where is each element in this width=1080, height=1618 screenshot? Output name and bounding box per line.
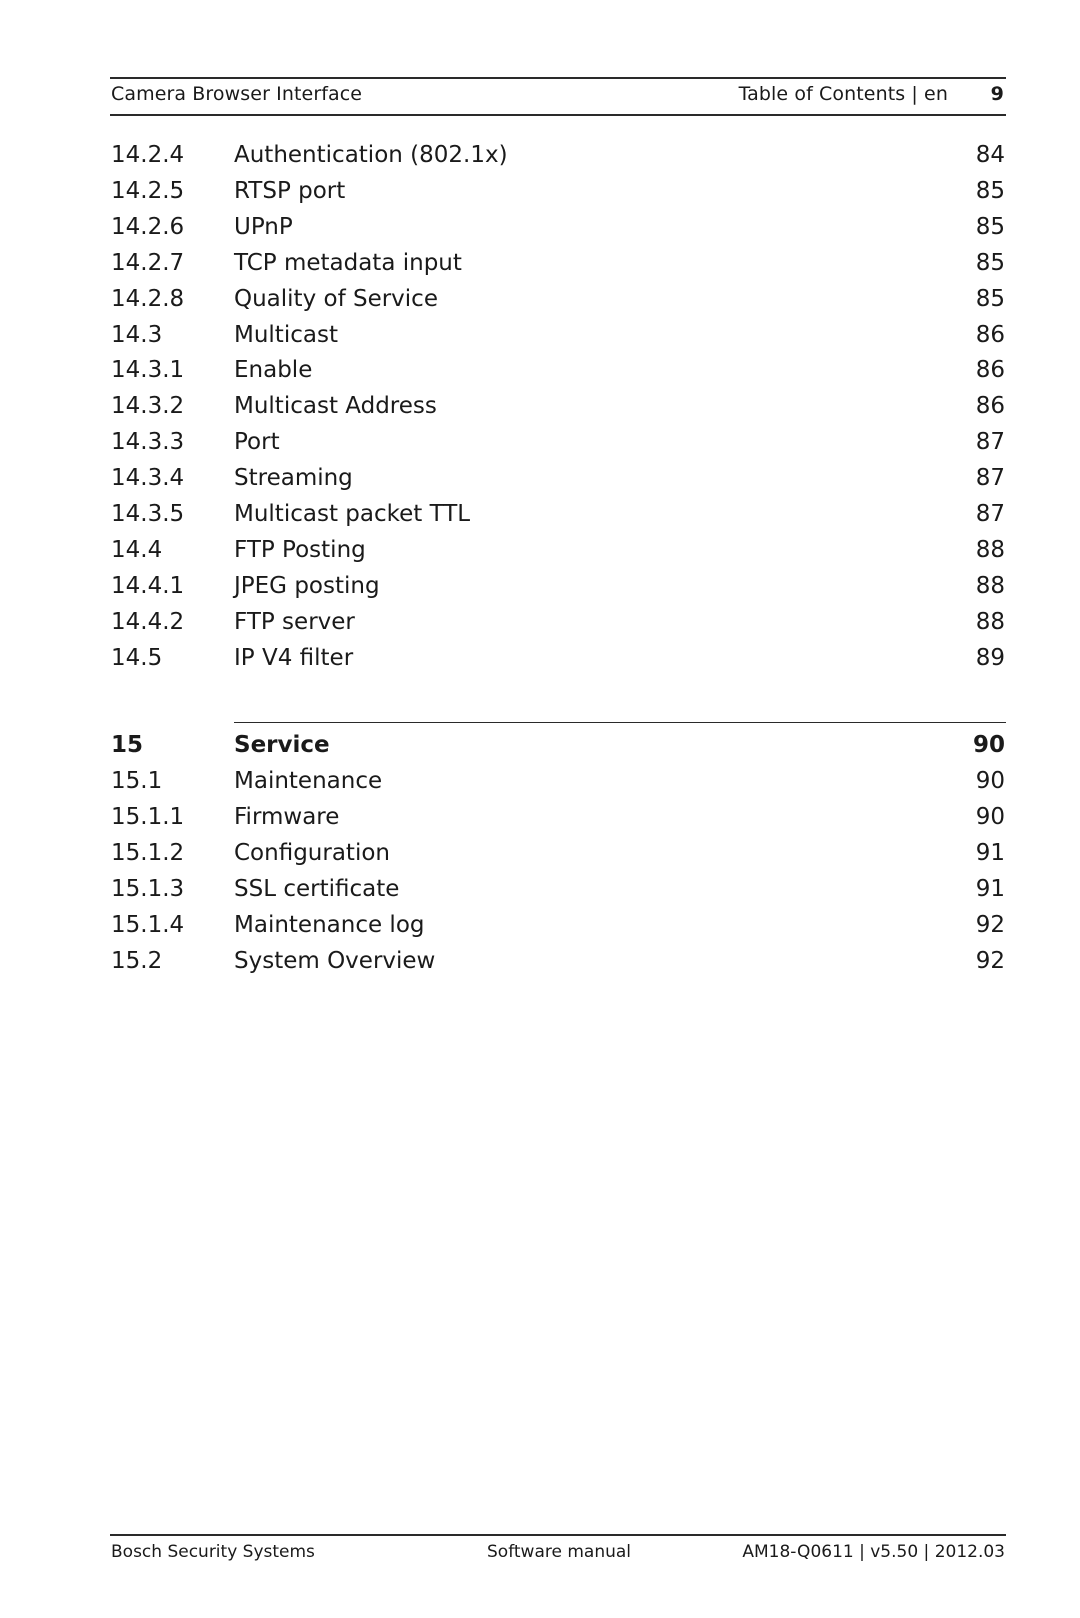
toc-entry-title[interactable]: Multicast packet TTL [234,496,470,532]
toc-entry-title[interactable]: Multicast [234,317,338,353]
toc-entry-title[interactable]: Streaming [234,460,353,496]
toc-row[interactable]: 14.4.1 JPEG posting 88 [0,568,1080,604]
toc-entry-number: 14.5 [111,644,163,671]
toc-entry-title[interactable]: Authentication (802.1x) [234,137,508,173]
toc-row[interactable]: 15.1.1 Firmware 90 [0,799,1080,835]
toc-row[interactable]: 14.3.2 Multicast Address 86 [0,388,1080,424]
toc-row[interactable]: 14.2.8 Quality of Service 85 [0,281,1080,317]
toc-row[interactable]: 14.4.2 FTP server 88 [0,604,1080,640]
toc-entry-title[interactable]: IP V4 filter [234,640,353,676]
toc-entry-page[interactable]: 84 [976,137,1005,173]
toc-entry-page[interactable]: 92 [976,943,1005,979]
toc-entry-number: 14.3.1 [111,357,185,384]
toc-row[interactable]: 14.2.5 RTSP port 85 [0,173,1080,209]
toc-entry-page[interactable]: 88 [976,568,1005,604]
toc-entry-title[interactable]: TCP metadata input [234,245,462,281]
toc-entry-page[interactable]: 91 [976,835,1005,871]
toc-entry-title[interactable]: Port [234,424,280,460]
toc-row[interactable]: 14.2.4 Authentication (802.1x) 84 [0,137,1080,173]
toc-chapter-page[interactable]: 90 [973,727,1005,763]
toc-entry-number: 15.1 [111,768,163,794]
toc-entry-number: 14.4 [111,536,163,563]
toc-entry-number: 14.4.2 [111,608,185,635]
toc-entry-title[interactable]: System Overview [234,943,435,979]
toc-entry-title[interactable]: Firmware [234,799,339,835]
toc-entry-page[interactable]: 92 [976,907,1005,943]
toc-entry-number: 14.3.5 [111,501,185,527]
toc-entry-number: 14.2.8 [111,285,185,312]
toc-entry-page[interactable]: 85 [976,281,1005,317]
toc-row[interactable]: 15.1 Maintenance 90 [0,763,1080,799]
toc-entry-title[interactable]: SSL certificate [234,871,399,907]
footer-company: Bosch Security Systems [111,1542,315,1562]
toc-entry-title[interactable]: UPnP [234,209,293,245]
toc-entry-number: 14.3 [111,321,163,348]
toc-entry-number: 14.2.5 [111,177,185,204]
toc-entry-number: 15.1.1 [111,803,185,830]
toc-row[interactable]: 14.2.7 TCP metadata input 85 [0,245,1080,281]
toc-row[interactable]: 14.3.3 Port 87 [0,424,1080,460]
toc-entry-number: 15.1.3 [111,875,185,902]
toc-entry-title[interactable]: Configuration [234,835,390,871]
toc-entry-title[interactable]: RTSP port [234,173,345,209]
header-page-number: 9 [990,83,1004,105]
toc-row[interactable]: 15.1.4 Maintenance log 92 [0,907,1080,943]
toc-entry-page[interactable]: 88 [976,604,1005,640]
toc-chapter-number: 15 [111,732,144,758]
toc-row[interactable]: 14.4 FTP Posting 88 [0,532,1080,568]
toc-entry-number: 15.2 [111,947,163,974]
toc-entry-number: 15.1.4 [111,911,185,938]
toc-entry-page[interactable]: 85 [976,245,1005,281]
footer-doc-id: AM18-Q0611 | v5.50 | 2012.03 [742,1542,1005,1562]
toc-row[interactable]: 14.3.4 Streaming 87 [0,460,1080,496]
toc-row[interactable]: 14.3 Multicast 86 [0,317,1080,353]
toc-chapter-row[interactable]: 15 Service 90 [0,727,1080,763]
chapter-rule [234,722,1006,723]
toc-entry-page[interactable]: 90 [976,799,1005,835]
toc-row[interactable]: 15.1.2 Configuration 91 [0,835,1080,871]
toc-entry-page[interactable]: 88 [976,532,1005,568]
toc-entry-page[interactable]: 87 [976,460,1005,496]
header-section: Table of Contents | en [738,83,948,105]
header-doc-title: Camera Browser Interface [111,83,363,105]
toc-entry-page[interactable]: 85 [976,173,1005,209]
toc-entry-page[interactable]: 85 [976,209,1005,245]
toc-entry-page[interactable]: 91 [976,871,1005,907]
toc-entry-title[interactable]: Maintenance log [234,907,425,943]
toc-entry-page[interactable]: 87 [976,424,1005,460]
toc-entry-number: 14.2.4 [111,142,185,168]
toc-row[interactable]: 14.3.1 Enable 86 [0,352,1080,388]
toc-entry-page[interactable]: 86 [976,352,1005,388]
toc-entry-number: 14.4.1 [111,572,185,599]
toc-entry-title[interactable]: Maintenance [234,763,382,799]
toc-entry-title[interactable]: JPEG posting [234,568,380,604]
toc-row[interactable]: 14.5 IP V4 filter 89 [0,640,1080,676]
toc-entry-title[interactable]: Quality of Service [234,281,438,317]
toc-entry-title[interactable]: FTP Posting [234,532,366,568]
toc-entry-number: 14.3.4 [111,465,185,492]
toc-entry-number: 14.3.2 [111,393,185,420]
toc-entry-page[interactable]: 87 [976,496,1005,532]
toc-row[interactable]: 14.3.5 Multicast packet TTL 87 [0,496,1080,532]
toc-chapter-title[interactable]: Service [234,727,330,763]
toc-entry-title[interactable]: FTP server [234,604,355,640]
toc-entry-page[interactable]: 89 [976,640,1005,676]
toc-entry-page[interactable]: 86 [976,388,1005,424]
toc-row[interactable]: 15.1.3 SSL certificate 91 [0,871,1080,907]
toc-entry-number: 14.2.7 [111,249,185,276]
toc-row[interactable]: 14.2.6 UPnP 85 [0,209,1080,245]
toc-entry-page[interactable]: 86 [976,317,1005,353]
header-top-rule [110,77,1006,79]
toc-entry-number: 14.2.6 [111,213,185,240]
toc-entry-title[interactable]: Multicast Address [234,388,437,424]
toc-entry-number: 14.3.3 [111,429,185,456]
toc-row[interactable]: 15.2 System Overview 92 [0,943,1080,979]
toc-entry-title[interactable]: Enable [234,352,312,388]
footer-doc-type: Software manual [487,1542,632,1562]
toc-entry-number: 15.1.2 [111,839,185,866]
toc-entry-page[interactable]: 90 [976,763,1005,799]
footer-rule [110,1534,1006,1536]
header-bottom-rule [110,114,1006,116]
